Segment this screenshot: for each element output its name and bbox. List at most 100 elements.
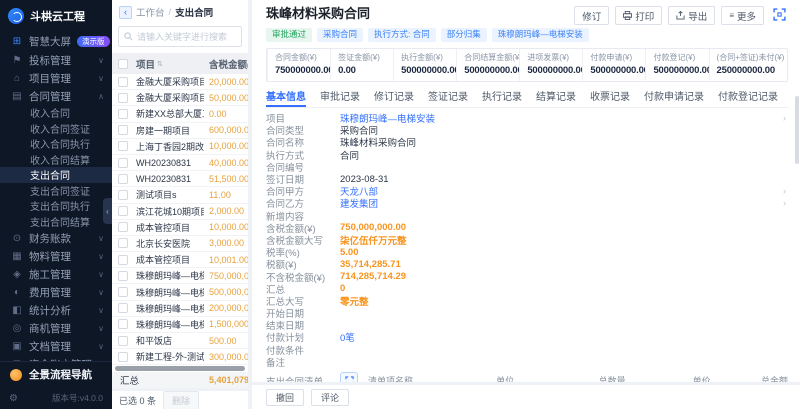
sidebar-item-business-opportunity[interactable]: ◎ 商机管理 ∨ bbox=[0, 319, 112, 337]
more-button[interactable]: ≡ 更多 bbox=[721, 6, 764, 25]
table-row[interactable]: 房建一期项目 600,000.0 bbox=[112, 123, 248, 139]
row-checkbox[interactable] bbox=[118, 352, 128, 362]
sidebar-item-income-contract-visa[interactable]: 收入合同签证 bbox=[0, 121, 112, 137]
sidebar-item-income-contract-exec[interactable]: 收入合同执行 bbox=[0, 136, 112, 152]
row-checkbox[interactable] bbox=[118, 158, 128, 168]
table-row[interactable]: 滨江花城10期项目-… 2,000.00 bbox=[112, 204, 248, 220]
chevron-icon: ∨ bbox=[98, 288, 104, 297]
horizontal-scrollbar[interactable] bbox=[115, 366, 245, 371]
sidebar-item-contract-mgmt[interactable]: ▤ 合同管理 ∧ bbox=[0, 87, 112, 105]
sidebar-item-expenditure-contract[interactable]: 支出合同 bbox=[0, 167, 112, 183]
sidebar-collapse-handle[interactable]: ‹ bbox=[103, 198, 112, 224]
table-row[interactable]: 新建XX总部大厦工… 0.00 bbox=[112, 106, 248, 122]
sidebar-item-expenditure-contract-visa[interactable]: 支出合同签证 bbox=[0, 183, 112, 199]
fullscreen-expand-button[interactable] bbox=[770, 7, 788, 25]
table-row[interactable]: 金融大厦采购项目 20,000.00 bbox=[112, 74, 248, 90]
table-row[interactable]: 和平饭店 500.00 bbox=[112, 333, 248, 349]
sidebar-item-expenditure-contract-exec[interactable]: 支出合同执行 bbox=[0, 198, 112, 214]
back-button[interactable]: ‹ bbox=[119, 6, 132, 19]
sidebar-item-material-mgmt[interactable]: ▦ 物料管理 ∨ bbox=[0, 247, 112, 265]
select-all-checkbox[interactable] bbox=[118, 59, 128, 69]
sort-icon[interactable]: ⇅ bbox=[157, 60, 163, 68]
delete-button[interactable]: 删除 bbox=[163, 391, 199, 409]
row-checkbox[interactable] bbox=[118, 93, 128, 103]
withdraw-button[interactable]: 撤回 bbox=[266, 389, 304, 406]
field-value: 714,285,714.29 bbox=[340, 271, 406, 282]
vertical-scrollbar[interactable] bbox=[795, 96, 799, 164]
app-title: 斗栱云工程 bbox=[30, 8, 85, 24]
row-checkbox[interactable] bbox=[118, 303, 128, 313]
sidebar-item-finance-accounts[interactable]: ⊙ 财务账款 ∨ bbox=[0, 229, 112, 247]
sidebar-footer: ⚙ 版本号:v4.0.0 bbox=[0, 387, 112, 409]
field-value: 零元整 bbox=[340, 294, 369, 308]
chevron-icon: ∨ bbox=[98, 306, 104, 315]
tab[interactable]: 收票记录 bbox=[590, 88, 630, 107]
tab[interactable]: 付款申请记录 bbox=[644, 88, 704, 107]
print-button[interactable]: 打印 bbox=[615, 6, 662, 25]
tab[interactable]: 修订记录 bbox=[374, 88, 414, 107]
chevron-right-icon[interactable]: › bbox=[783, 113, 786, 123]
table-row[interactable]: 上海丁香园2期改造… 10,000.00 bbox=[112, 139, 248, 155]
column-header-project[interactable]: 项目 bbox=[136, 57, 155, 71]
comment-button[interactable]: 评论 bbox=[311, 389, 349, 406]
table-row[interactable]: 珠穆朗玛峰—电梯… 500,000,0 bbox=[112, 284, 248, 300]
export-button[interactable]: 导出 bbox=[668, 6, 715, 25]
sidebar-item-expenditure-contract-settle[interactable]: 支出合同结算 bbox=[0, 214, 112, 230]
tab[interactable]: 基本信息 bbox=[266, 88, 306, 107]
stat-value: 500000000.00 bbox=[590, 65, 645, 76]
table-row[interactable]: 北京长安医院 3,000.00 bbox=[112, 236, 248, 252]
search-input[interactable] bbox=[137, 32, 236, 42]
table-row[interactable]: 珠穆朗玛峰—电梯… 1,500,000 bbox=[112, 317, 248, 333]
breadcrumb-root[interactable]: 工作台 bbox=[136, 5, 165, 19]
sidebar-item-expense-mgmt[interactable]: ◐ 费用管理 ∨ bbox=[0, 283, 112, 301]
sidebar-item-smart-screen[interactable]: ⊞ 智慧大屏 演示版 › bbox=[0, 32, 112, 51]
revise-button[interactable]: 修订 bbox=[574, 6, 609, 25]
table-row[interactable]: 珠穆朗玛峰—电梯… 200,000,0 bbox=[112, 301, 248, 317]
table-row[interactable]: WH20230831 51,500.00 bbox=[112, 171, 248, 187]
sidebar-item-construction-mgmt[interactable]: ◈ 施工管理 ∨ bbox=[0, 265, 112, 283]
row-project-name: 滨江花城10期项目-… bbox=[136, 205, 204, 218]
sidebar-item-bid-mgmt[interactable]: ⚑ 投标管理 ∨ bbox=[0, 51, 112, 69]
row-checkbox[interactable] bbox=[118, 319, 128, 329]
row-checkbox[interactable] bbox=[118, 287, 128, 297]
chevron-right-icon[interactable]: › bbox=[783, 186, 786, 196]
sidebar-item-project-mgmt[interactable]: ⌂ 项目管理 ∨ bbox=[0, 69, 112, 87]
stat-label: 签证金额(¥) bbox=[338, 52, 393, 63]
row-checkbox[interactable] bbox=[118, 174, 128, 184]
row-checkbox[interactable] bbox=[118, 125, 128, 135]
field-value: 建发集团 bbox=[340, 196, 378, 210]
sidebar-item-income-contract[interactable]: 收入合同 bbox=[0, 105, 112, 121]
sidebar-item-statistics[interactable]: ◧ 统计分析 ∨ bbox=[0, 301, 112, 319]
process-nav-icon bbox=[10, 369, 22, 381]
tab[interactable]: 结算记录 bbox=[536, 88, 576, 107]
row-checkbox[interactable] bbox=[118, 206, 128, 216]
row-checkbox[interactable] bbox=[118, 190, 128, 200]
table-row[interactable]: 金融大厦采购项目 50,000.00 bbox=[112, 90, 248, 106]
row-checkbox[interactable] bbox=[118, 255, 128, 265]
sidebar-item-income-contract-settle[interactable]: 收入合同结算 bbox=[0, 152, 112, 168]
table-row[interactable]: 成本管控项目 10,000.00 bbox=[112, 220, 248, 236]
row-checkbox[interactable] bbox=[118, 222, 128, 232]
table-row[interactable]: 新建工程-外-测试 300,000.0 bbox=[112, 349, 248, 365]
table-row[interactable]: 测试项目s 11.00 bbox=[112, 187, 248, 203]
row-checkbox[interactable] bbox=[118, 271, 128, 281]
row-checkbox[interactable] bbox=[118, 141, 128, 151]
tab[interactable]: 签证记录 bbox=[428, 88, 468, 107]
row-checkbox[interactable] bbox=[118, 336, 128, 346]
stat-value: 500000000.00 bbox=[527, 65, 582, 76]
row-checkbox[interactable] bbox=[118, 109, 128, 119]
process-navigation-bar[interactable]: 全景流程导航 bbox=[0, 361, 112, 387]
gear-icon[interactable]: ⚙ bbox=[9, 393, 18, 404]
table-row[interactable]: WH20230831 40,000.00 bbox=[112, 155, 248, 171]
row-project-name: 珠穆朗玛峰—电梯… bbox=[136, 302, 204, 315]
table-row[interactable]: 成本管控项目 10,001.00 bbox=[112, 252, 248, 268]
tab[interactable]: 审批记录 bbox=[320, 88, 360, 107]
row-checkbox[interactable] bbox=[118, 238, 128, 248]
row-checkbox[interactable] bbox=[118, 77, 128, 87]
chevron-right-icon[interactable]: › bbox=[783, 198, 786, 208]
tab[interactable]: 执行记录 bbox=[482, 88, 522, 107]
tab[interactable]: 付款登记记录 bbox=[718, 88, 778, 107]
sidebar-item-document-mgmt[interactable]: ▣ 文档管理 ∨ bbox=[0, 337, 112, 355]
table-row[interactable]: 珠穆朗玛峰—电梯… 750,000,0 bbox=[112, 268, 248, 284]
stats-card: 合同金额(¥) 750000000.00 签证金额(¥) 0.00 执行金额(¥… bbox=[266, 48, 788, 82]
